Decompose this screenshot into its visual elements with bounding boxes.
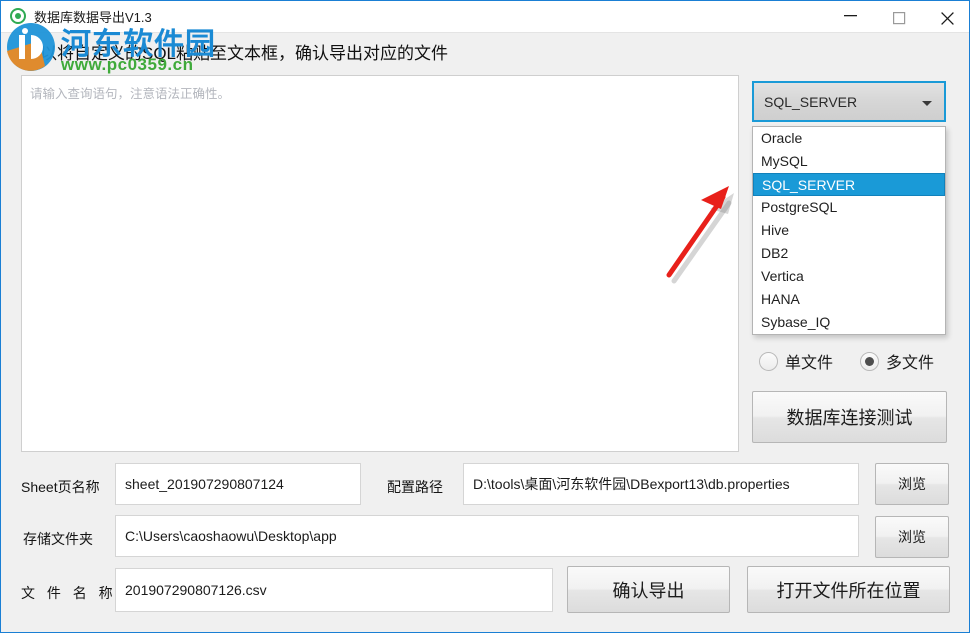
window-title: 数据库数据导出V1.3: [34, 10, 152, 25]
dropdown-option-hive[interactable]: Hive: [753, 219, 945, 242]
close-button[interactable]: [925, 1, 969, 31]
dropdown-option-hana[interactable]: HANA: [753, 288, 945, 311]
radio-multi-file-label: 多文件: [886, 355, 935, 372]
database-type-value: SQL_SERVER: [764, 94, 858, 110]
radio-single-file[interactable]: 单文件: [759, 346, 833, 376]
maximize-icon: [893, 12, 906, 25]
dropdown-option-sql-server[interactable]: SQL_SERVER: [753, 173, 945, 196]
file-name-label: 文 件 名 称: [21, 585, 117, 601]
minimize-icon: [844, 15, 857, 17]
connection-test-button[interactable]: 数据库连接测试: [752, 391, 947, 443]
browse-folder-button[interactable]: 浏览: [875, 516, 949, 558]
database-type-combobox[interactable]: SQL_SERVER: [752, 81, 946, 122]
config-path-input[interactable]: D:\tools\桌面\河东软件园\DBexport13\db.properti…: [463, 463, 859, 505]
radio-single-file-label: 单文件: [785, 355, 834, 372]
storage-folder-label: 存储文件夹: [23, 531, 93, 547]
dropdown-option-postgresql[interactable]: PostgreSQL: [753, 196, 945, 219]
app-circle-icon: [10, 8, 26, 24]
maximize-button[interactable]: [877, 1, 923, 31]
browse-config-button[interactable]: 浏览: [875, 463, 949, 505]
title-bar: 数据库数据导出V1.3: [1, 1, 969, 33]
open-file-location-button[interactable]: 打开文件所在位置: [747, 566, 950, 613]
sql-input-textarea[interactable]: 请输入查询语句，注意语法正确性。: [21, 75, 739, 452]
file-name-input[interactable]: 201907290807126.csv: [115, 568, 553, 612]
close-icon: [941, 12, 954, 25]
file-mode-radio-group: 单文件 多文件: [759, 346, 959, 376]
radio-multi-file[interactable]: 多文件: [860, 346, 934, 376]
dropdown-option-sybase-iq[interactable]: Sybase_IQ: [753, 311, 945, 334]
dropdown-option-oracle[interactable]: Oracle: [753, 127, 945, 150]
radio-multi-file-indicator: [860, 351, 879, 371]
sql-input-placeholder: 请输入查询语句，注意语法正确性。: [30, 87, 231, 101]
page-instruction: 可以将自定义的SQL粘贴至文本框，确认导出对应的文件: [23, 44, 449, 63]
minimize-button[interactable]: [828, 1, 874, 31]
sheet-name-input[interactable]: sheet_201907290807124: [115, 463, 361, 505]
application-window: 数据库数据导出V1.3 可以将自定义的SQL粘贴至文本框，确认导出对应的文件 河…: [0, 0, 970, 633]
dropdown-option-vertica[interactable]: Vertica: [753, 265, 945, 288]
radio-single-file-indicator: [759, 351, 778, 371]
dropdown-option-mysql[interactable]: MySQL: [753, 150, 945, 173]
config-path-label: 配置路径: [387, 479, 443, 495]
confirm-export-button[interactable]: 确认导出: [567, 566, 730, 613]
dropdown-option-db2[interactable]: DB2: [753, 242, 945, 265]
sheet-name-label: Sheet页名称: [21, 479, 100, 495]
storage-folder-input[interactable]: C:\Users\caoshaowu\Desktop\app: [115, 515, 859, 557]
database-type-dropdown-list[interactable]: Oracle MySQL SQL_SERVER PostgreSQL Hive …: [752, 126, 946, 335]
chevron-down-icon: [922, 101, 932, 106]
